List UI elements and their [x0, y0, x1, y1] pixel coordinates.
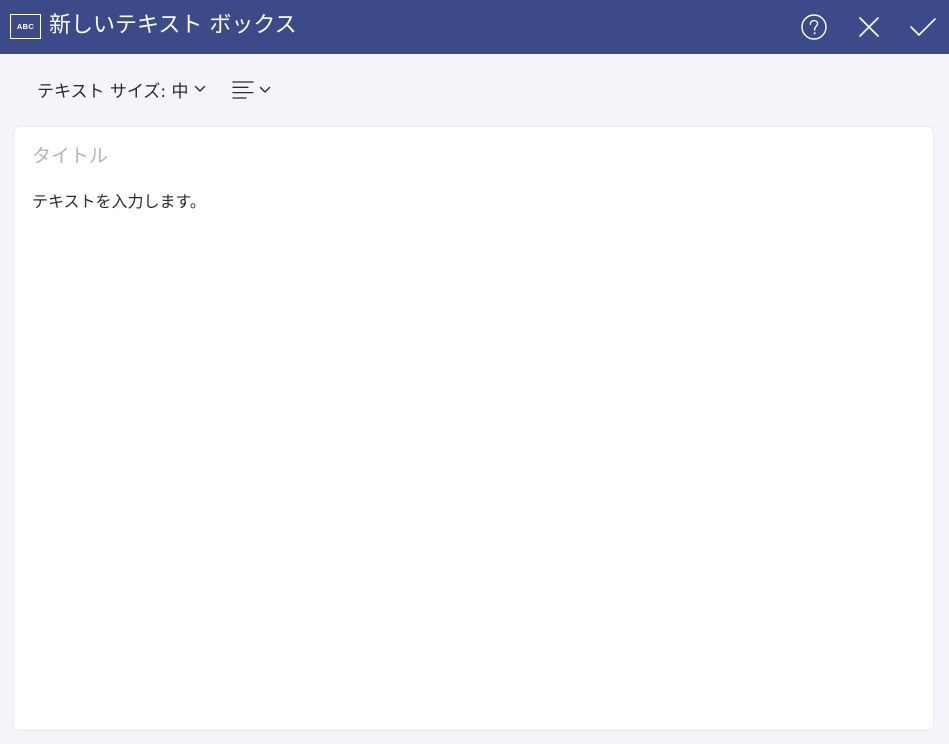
- close-button[interactable]: [853, 11, 885, 43]
- title-bar: ABC 新しいテキスト ボックス: [0, 0, 949, 54]
- text-size-label: テキスト サイズ: 中: [37, 81, 189, 102]
- checkmark-icon: [910, 18, 936, 36]
- window-title: 新しいテキスト ボックス: [49, 13, 297, 38]
- text-box-editor: テキストを入力します。: [14, 127, 933, 730]
- text-box-icon-label: ABC: [16, 22, 35, 31]
- help-button[interactable]: [798, 11, 830, 43]
- close-icon: [859, 17, 879, 37]
- body-text-area[interactable]: テキストを入力します。: [32, 190, 912, 710]
- text-box-icon: ABC: [10, 14, 41, 39]
- alignment-dropdown[interactable]: [232, 77, 271, 103]
- formatting-toolbar: テキスト サイズ: 中: [0, 54, 949, 127]
- align-left-icon: [232, 81, 254, 99]
- chevron-down-icon: [194, 85, 206, 93]
- text-size-dropdown[interactable]: テキスト サイズ: 中: [37, 76, 206, 102]
- chevron-down-icon: [259, 86, 271, 94]
- confirm-button[interactable]: [907, 11, 939, 43]
- help-circle-icon: [801, 14, 827, 40]
- title-input[interactable]: [32, 141, 912, 171]
